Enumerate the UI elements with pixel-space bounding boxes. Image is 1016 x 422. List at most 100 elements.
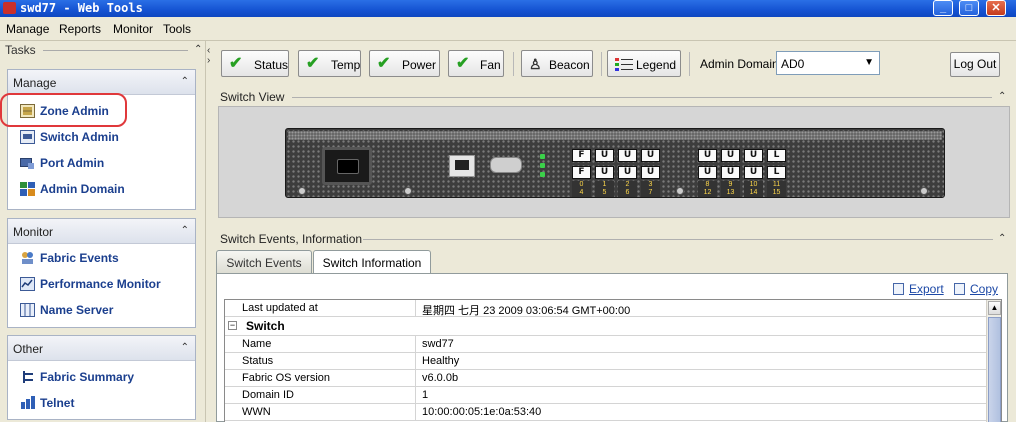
copy-icon (954, 283, 965, 295)
checkmark-icon: ✔ (306, 55, 320, 72)
admin-domain-select[interactable]: AD0 ▼ (776, 51, 880, 75)
checkmark-icon: ✔ (229, 55, 243, 72)
legend-icon (615, 57, 633, 75)
table-row: WWN 10:00:00:05:1e:0a:53:40 (225, 404, 987, 421)
section-divider (292, 97, 992, 98)
checkmark-icon: ✔ (377, 55, 391, 72)
port-number: 10 (744, 181, 763, 189)
collapse-events-icon[interactable]: ⌃ (998, 233, 1006, 244)
manage-panel-header[interactable]: Manage ⌃ (8, 70, 195, 95)
manage-panel-title: Manage (13, 76, 57, 90)
panel-splitter[interactable]: ‹ › (205, 41, 215, 422)
power-supply-socket[interactable] (322, 147, 372, 185)
scroll-up-icon[interactable]: ▲ (988, 301, 1001, 315)
toolbar-separator (601, 52, 602, 76)
collapse-tasks-icon[interactable]: ⌃ (194, 44, 202, 55)
fc-port[interactable]: U (595, 149, 614, 162)
close-button[interactable]: ✕ (986, 0, 1006, 16)
maximize-button[interactable]: □ (959, 0, 979, 16)
splitter-right-arrow-icon[interactable]: › (207, 55, 210, 66)
fc-port[interactable]: L (767, 149, 786, 162)
table-row: Name swd77 (225, 336, 987, 353)
table-row: Fabric OS version v6.0.0b (225, 370, 987, 387)
collapse-manage-icon[interactable]: ⌃ (181, 76, 189, 87)
tasks-header: Tasks ⌃ (0, 41, 208, 59)
fc-port[interactable]: L (767, 166, 786, 179)
port-number: 11 (767, 181, 786, 189)
monitor-panel: Monitor ⌃ Fabric Events Performance Moni… (7, 218, 196, 328)
export-button[interactable]: Export (893, 282, 944, 296)
screw-icon (920, 187, 928, 195)
table-row: Last updated at 星期四 七月 23 2009 03:06:54 … (225, 300, 987, 317)
beacon-button[interactable]: ♙ Beacon (521, 50, 593, 77)
fc-port[interactable]: U (641, 166, 660, 179)
beacon-icon: ♙ (529, 56, 542, 72)
switch-chassis[interactable]: F U U U U U U L F U U U U U U L 0 1 2 3 … (285, 128, 945, 198)
ethernet-port[interactable] (449, 155, 475, 177)
table-row: Domain ID 1 (225, 387, 987, 404)
toolbar-separator (513, 52, 514, 76)
section-divider (363, 239, 993, 240)
fc-port[interactable]: U (618, 149, 637, 162)
power-button[interactable]: ✔ Power (369, 50, 440, 77)
menu-reports[interactable]: Reports (59, 22, 101, 36)
fc-port[interactable]: U (698, 149, 717, 162)
collapse-group-icon[interactable]: − (228, 321, 237, 330)
fc-port[interactable]: U (744, 166, 763, 179)
collapse-other-icon[interactable]: ⌃ (181, 342, 189, 353)
fc-port[interactable]: U (641, 149, 660, 162)
fc-port[interactable]: U (618, 166, 637, 179)
other-panel: Other ⌃ Fabric Summary Telnet (7, 335, 196, 420)
admin-domain-icon (20, 182, 35, 196)
copy-button[interactable]: Copy (954, 282, 998, 296)
port-number: 4 (572, 189, 591, 197)
switch-info-table: Last updated at 星期四 七月 23 2009 03:06:54 … (224, 299, 1002, 422)
tab-switch-events[interactable]: Switch Events (216, 250, 312, 274)
menu-tools[interactable]: Tools (163, 22, 191, 36)
port-number: 12 (698, 189, 717, 197)
status-button[interactable]: ✔ Status (221, 50, 289, 77)
chevron-down-icon: ▼ (864, 57, 874, 68)
fabric-events-icon (20, 251, 35, 265)
fc-port[interactable]: U (744, 149, 763, 162)
collapse-switch-view-icon[interactable]: ⌃ (998, 91, 1006, 102)
scroll-thumb[interactable] (988, 317, 1001, 422)
fan-button[interactable]: ✔ Fan (448, 50, 504, 77)
vertical-scrollbar[interactable]: ▲ (986, 300, 1001, 422)
collapse-monitor-icon[interactable]: ⌃ (181, 225, 189, 236)
fc-port[interactable]: U (721, 166, 740, 179)
title-bar: swd77 - Web Tools _ □ ✕ (0, 0, 1016, 17)
port-number: 3 (641, 181, 660, 189)
menu-monitor[interactable]: Monitor (113, 22, 153, 36)
performance-monitor-icon (20, 277, 35, 291)
fc-port[interactable]: F (572, 166, 591, 179)
tab-switch-information[interactable]: Switch Information (313, 250, 431, 274)
port-number: 5 (595, 189, 614, 197)
app-icon (3, 2, 16, 14)
serial-port[interactable] (490, 157, 522, 173)
log-out-button[interactable]: Log Out (950, 52, 1000, 77)
temp-button[interactable]: ✔ Temp (298, 50, 361, 77)
window-title: swd77 - Web Tools (20, 1, 143, 15)
fc-port[interactable]: U (721, 149, 740, 162)
toolbar: ✔ Status ✔ Temp ✔ Power ✔ Fan ♙ Beacon L… (216, 48, 1006, 80)
table-group-row[interactable]: − Switch (225, 317, 987, 336)
minimize-button[interactable]: _ (933, 0, 953, 16)
toolbar-separator (689, 52, 690, 76)
fabric-summary-icon (20, 370, 35, 384)
monitor-panel-header[interactable]: Monitor ⌃ (8, 219, 195, 244)
other-panel-header[interactable]: Other ⌃ (8, 336, 195, 361)
highlight-ring (0, 93, 127, 127)
screw-icon (676, 187, 684, 195)
export-icon (893, 283, 904, 295)
status-leds (540, 154, 545, 178)
switch-admin-icon (20, 130, 35, 144)
legend-button[interactable]: Legend (607, 50, 681, 77)
port-number: 0 (572, 181, 591, 189)
fc-port[interactable]: F (572, 149, 591, 162)
menu-manage[interactable]: Manage (6, 22, 49, 36)
fc-port[interactable]: U (698, 166, 717, 179)
monitor-panel-title: Monitor (13, 225, 54, 239)
table-row: Status Healthy (225, 353, 987, 370)
fc-port[interactable]: U (595, 166, 614, 179)
